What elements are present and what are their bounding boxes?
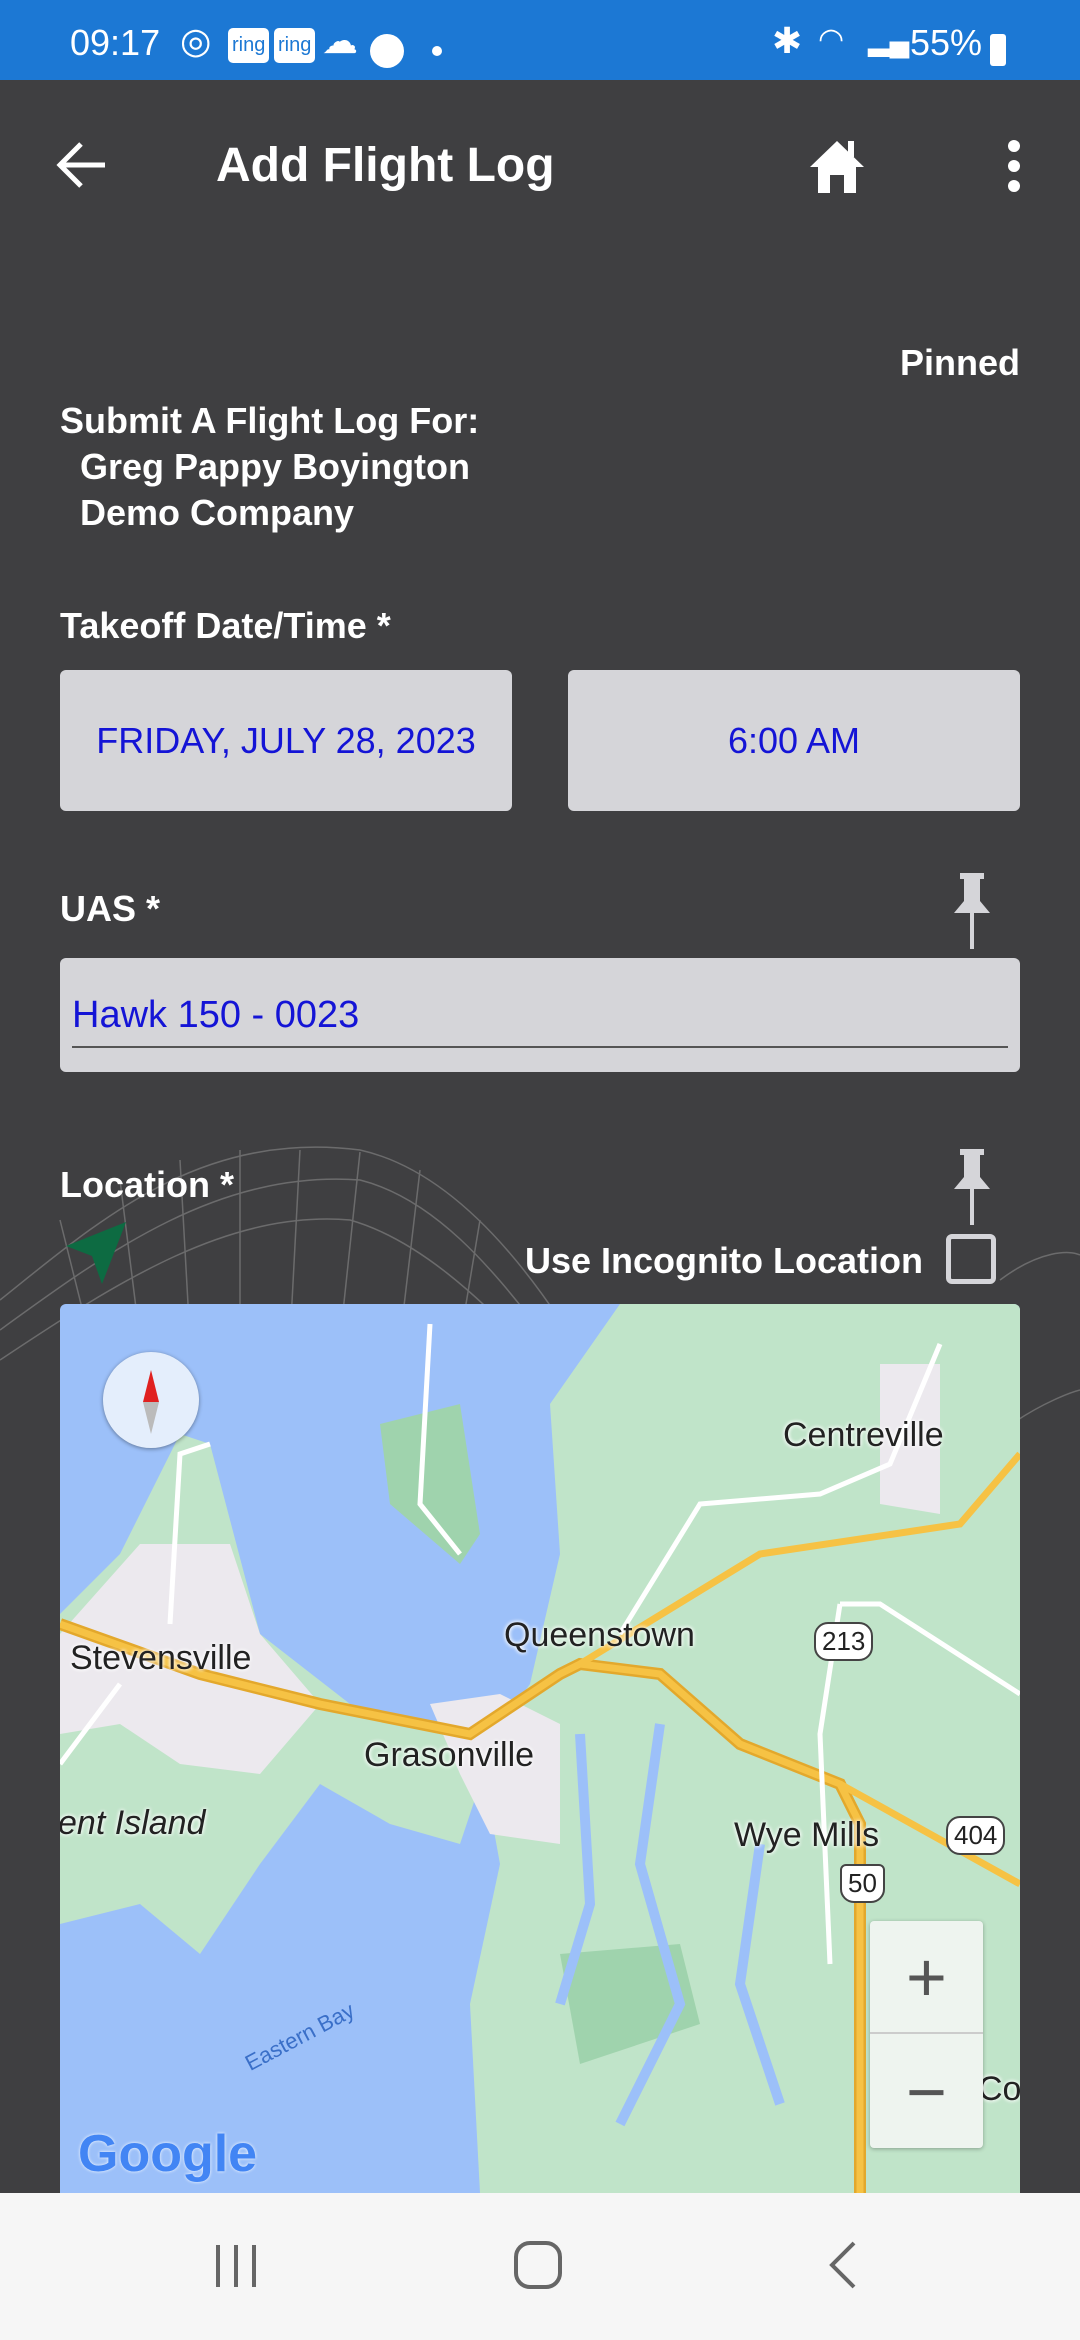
ring-icon: ring — [228, 28, 270, 63]
zoom-out-button[interactable]: − — [870, 2035, 983, 2148]
map-label: Stevensville — [70, 1639, 252, 1677]
zoom-in-button[interactable]: + — [870, 1921, 983, 2034]
cloud-icon: ☁ — [322, 20, 358, 61]
bluetooth-icon: ✱ — [772, 20, 803, 61]
location-label: Location * — [60, 1164, 235, 1205]
my-location-arrow-icon[interactable] — [64, 1220, 134, 1286]
battery-percent: 55% — [910, 22, 983, 63]
navigation-bar — [0, 2193, 1080, 2340]
google-logo: Google — [78, 2125, 258, 2183]
uas-underline — [72, 1046, 1008, 1048]
map-label: Queenstown — [504, 1616, 695, 1654]
map-label: ent Island — [60, 1804, 206, 1842]
location-map[interactable]: Centreville Stevensville Queenstown Gras… — [60, 1304, 1020, 2193]
status-bar: 09:17 ◎ ring ring ☁ ✱ ◠ ▂▄ 55% — [0, 0, 1080, 80]
zoom-controls: + − — [870, 1921, 983, 2148]
back-nav-icon[interactable] — [826, 2239, 860, 2291]
recent-apps-icon[interactable] — [212, 2241, 260, 2291]
map-label: Centreville — [783, 1416, 944, 1454]
incognito-checkbox[interactable] — [946, 1234, 996, 1284]
account-icon — [370, 34, 404, 68]
uas-value: Hawk 150 - 0023 — [72, 994, 360, 1036]
uas-label: UAS * — [60, 888, 161, 929]
route-shield: 213 — [814, 1622, 874, 1661]
back-arrow-icon[interactable] — [55, 140, 111, 190]
home-icon[interactable] — [806, 135, 868, 197]
company-name: Demo Company — [80, 492, 355, 533]
route-shield: 50 — [840, 1864, 885, 1903]
submit-for-label: Submit A Flight Log For: — [60, 400, 480, 441]
pin-location-icon[interactable] — [946, 1149, 998, 1225]
uas-select[interactable]: Hawk 150 - 0023 — [60, 958, 1020, 1072]
pilot-name: Greg Pappy Boyington — [80, 446, 471, 487]
more-options-icon[interactable] — [1004, 140, 1024, 192]
takeoff-time-button[interactable]: 6:00 AM — [568, 670, 1020, 811]
incognito-label: Use Incognito Location — [525, 1240, 924, 1281]
dot-icon — [432, 46, 442, 56]
map-label: Co — [978, 2070, 1020, 2108]
takeoff-label: Takeoff Date/Time * — [60, 605, 391, 646]
wifi-icon: ◠ — [818, 23, 845, 56]
compass-icon — [143, 1370, 159, 1434]
page-title: Add Flight Log — [216, 139, 555, 192]
map-label: Wye Mills — [734, 1816, 880, 1854]
home-nav-icon[interactable] — [512, 2239, 564, 2291]
battery-icon — [990, 34, 1006, 66]
status-time: 09:17 — [70, 22, 161, 63]
find-my-icon: ◎ — [180, 20, 212, 61]
compass-button[interactable] — [103, 1352, 199, 1448]
takeoff-date-button[interactable]: FRIDAY, JULY 28, 2023 — [60, 670, 512, 811]
ring-icon: ring — [274, 28, 316, 63]
pinned-label: Pinned — [899, 342, 1020, 383]
signal-icon: ▂▄ — [868, 25, 910, 56]
map-label: Grasonville — [364, 1736, 535, 1774]
pin-uas-icon[interactable] — [946, 873, 998, 949]
route-shield: 404 — [946, 1816, 1006, 1855]
